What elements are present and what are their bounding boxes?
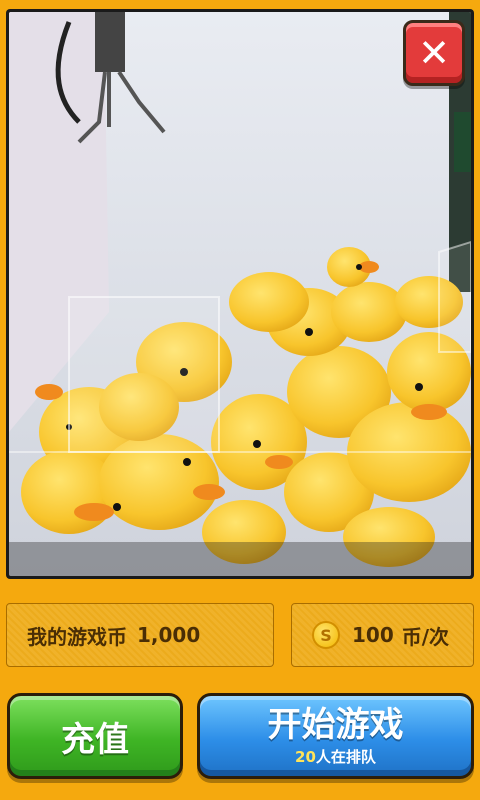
claw-machine-camera-frame (6, 9, 474, 579)
claw-machine-live-view (9, 12, 471, 576)
queue-status: 20人在排队 (295, 746, 376, 767)
coin-symbol: S (320, 625, 332, 645)
my-coins-value: 1,000 (137, 623, 201, 647)
close-icon: ✕ (418, 31, 450, 75)
coin-icon: S (312, 621, 340, 649)
close-button[interactable]: ✕ (403, 20, 465, 86)
start-game-label: 开始游戏 (267, 704, 404, 745)
price-unit: 币/次 (401, 624, 450, 649)
start-game-button[interactable]: 开始游戏 20人在排队 (197, 693, 474, 779)
price-per-play-panel: S 100 币/次 (291, 603, 474, 667)
claw-machine-scene (9, 12, 471, 576)
recharge-button-label: 充值 (61, 719, 129, 760)
price-amount: 100 (352, 623, 394, 647)
my-coins-panel: 我的游戏币 1,000 (6, 603, 274, 667)
recharge-button[interactable]: 充值 (7, 693, 183, 779)
my-coins-label: 我的游戏币 (27, 624, 127, 649)
queue-text: 人在排队 (315, 747, 376, 766)
queue-count: 20 (295, 747, 316, 766)
